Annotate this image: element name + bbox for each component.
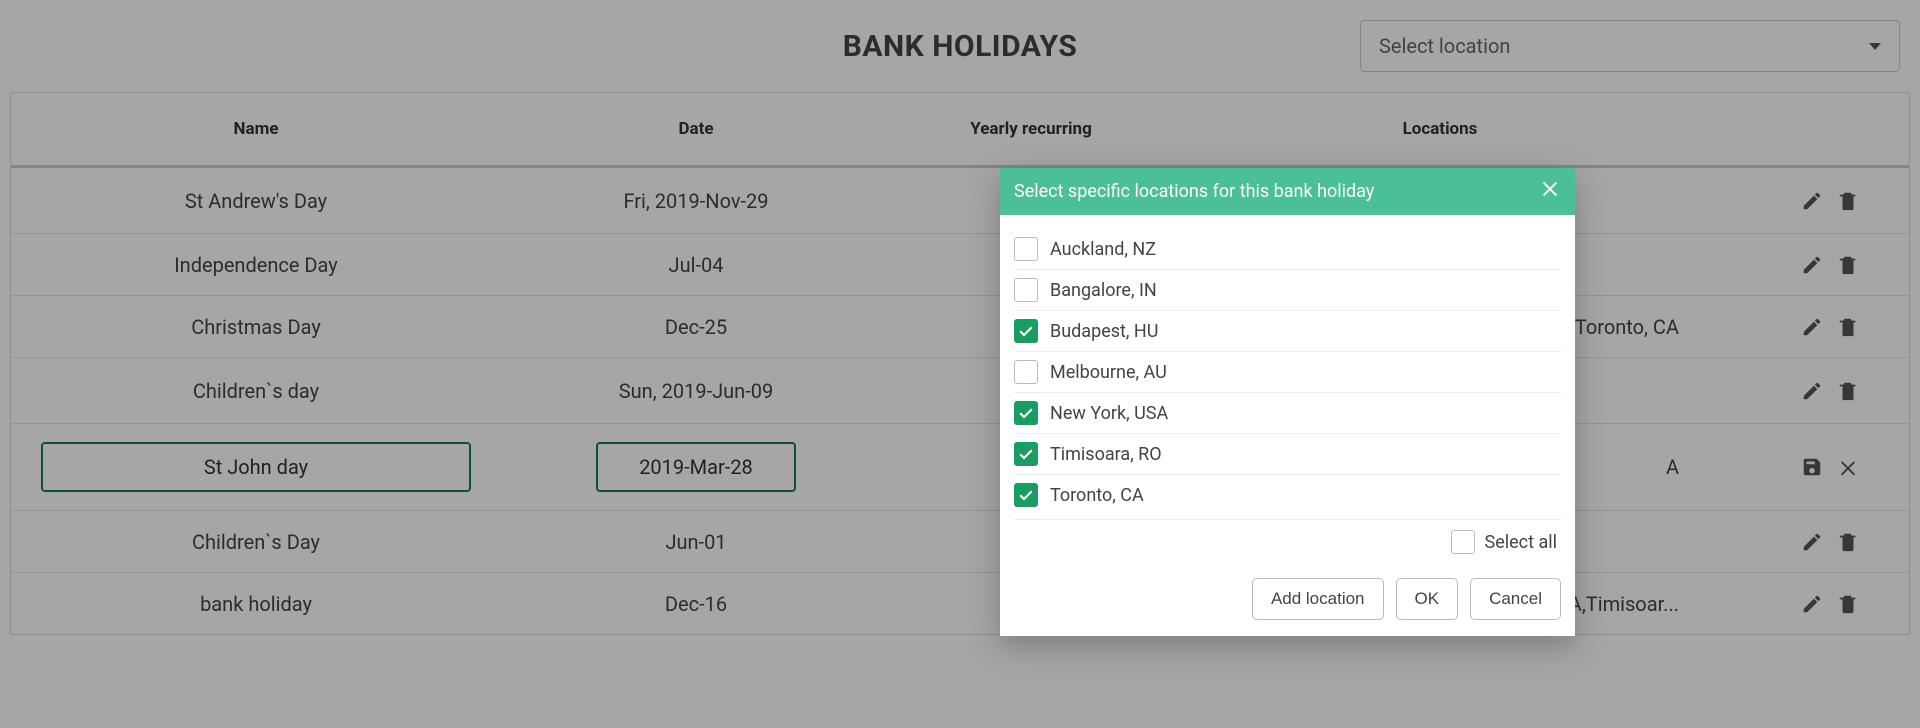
- location-option[interactable]: New York, USA: [1014, 393, 1561, 434]
- location-checkbox[interactable]: [1014, 483, 1038, 507]
- location-label: Toronto, CA: [1050, 485, 1144, 506]
- location-option[interactable]: Bangalore, IN: [1014, 270, 1561, 311]
- location-label: Auckland, NZ: [1050, 239, 1156, 260]
- location-checkbox[interactable]: [1014, 319, 1038, 343]
- location-label: Budapest, HU: [1050, 321, 1158, 342]
- location-option[interactable]: Budapest, HU: [1014, 311, 1561, 352]
- location-label: Timisoara, RO: [1050, 444, 1162, 465]
- location-checkbox[interactable]: [1014, 360, 1038, 384]
- add-location-button[interactable]: Add location: [1252, 578, 1384, 620]
- location-checkbox[interactable]: [1014, 278, 1038, 302]
- cancel-button[interactable]: Cancel: [1470, 578, 1561, 620]
- location-checkbox[interactable]: [1014, 237, 1038, 261]
- location-label: Bangalore, IN: [1050, 280, 1157, 301]
- location-option[interactable]: Auckland, NZ: [1014, 229, 1561, 270]
- ok-button[interactable]: OK: [1396, 578, 1459, 620]
- locations-modal: Select specific locations for this bank …: [1000, 168, 1575, 636]
- select-all-label: Select all: [1485, 532, 1557, 553]
- location-checkbox[interactable]: [1014, 401, 1038, 425]
- location-checkbox[interactable]: [1014, 442, 1038, 466]
- location-option[interactable]: Toronto, CA: [1014, 475, 1561, 515]
- location-option[interactable]: Melbourne, AU: [1014, 352, 1561, 393]
- modal-title: Select specific locations for this bank …: [1014, 181, 1374, 202]
- location-option[interactable]: Timisoara, RO: [1014, 434, 1561, 475]
- modal-overlay[interactable]: [0, 0, 1920, 728]
- location-label: Melbourne, AU: [1050, 362, 1167, 383]
- location-label: New York, USA: [1050, 403, 1168, 424]
- modal-close-button[interactable]: [1539, 178, 1561, 205]
- select-all-checkbox[interactable]: [1451, 530, 1475, 554]
